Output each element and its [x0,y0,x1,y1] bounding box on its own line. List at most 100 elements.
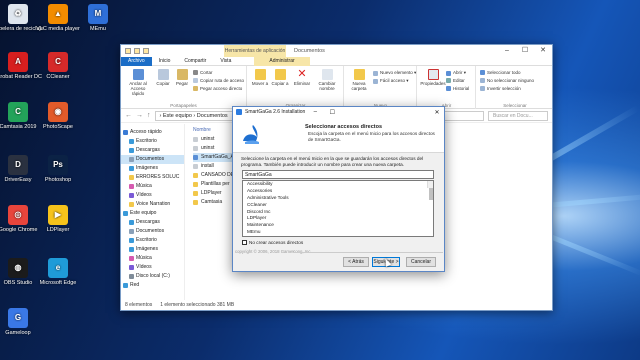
back-button[interactable]: < Atrás [343,257,369,267]
nav-item[interactable]: Disco local (C:) [121,272,184,281]
folder-list-item[interactable]: Administrative Tools [245,195,433,202]
dialog-subheading: Escoja la carpeta en el menú Inicio para… [308,131,435,142]
properties-icon[interactable] [134,48,140,54]
desktop-shortcut-label: PhotoScape [43,124,73,130]
easy-access-button[interactable]: Fácil acceso ▾ [373,78,409,84]
nav-item[interactable]: Documentos [121,227,184,236]
desktop-shortcut-label: Gameloop [5,330,31,336]
folder-list-item[interactable]: Maintenance [245,222,433,229]
properties-button[interactable]: Propiedades [420,69,446,86]
checkbox-box[interactable] [242,240,247,245]
folder-list-item[interactable]: Accessibility [245,181,433,188]
nav-item[interactable]: Escritorio [121,236,184,245]
select-none-button[interactable]: No seleccionar ninguno [480,78,534,83]
move-to-button[interactable]: Mover a [251,69,269,86]
desktop-shortcut[interactable]: Ps Photoshop [28,155,88,184]
nav-item[interactable]: Vídeos [121,263,184,272]
cancel-button[interactable]: Cancelar [406,257,436,267]
explorer-titlebar: Herramientas de aplicación Documentos – … [121,45,552,57]
folder-icon [125,48,131,54]
open-button[interactable]: Abrir ▾ [446,70,466,76]
nav-item[interactable]: Acceso rápido [121,128,184,137]
file-icon [193,182,198,187]
desktop-shortcut[interactable]: C CCleaner [28,52,88,81]
close-button[interactable]: ✕ [534,45,552,57]
nav-item-label: Música [136,183,152,189]
desktop-shortcut[interactable]: ◉ PhotoScape [28,102,88,131]
nav-item[interactable]: Descargas [121,218,184,227]
back-arrow-icon[interactable]: ← [125,112,132,119]
folder-icon [129,175,134,180]
invert-selection-button[interactable]: Invertir selección [480,86,521,91]
no-shortcuts-checkbox[interactable]: No crear accesos directos [242,240,303,245]
dialog-description: Seleccione la carpeta en el menú Inicio … [241,156,424,167]
nav-item[interactable]: Este equipo [121,209,184,218]
folder-list-item[interactable]: Accessories [245,188,433,195]
folder-list-item[interactable]: Discord Inc [245,209,433,216]
paste-button[interactable]: Pegar [173,69,191,86]
dialog-heading: Seleccionar accesos directos [305,124,383,130]
up-arrow-icon[interactable]: ↑ [147,112,151,119]
close-button[interactable]: ✕ [430,109,444,116]
desktop-shortcut[interactable]: G Gameloop [0,308,48,337]
copy-button[interactable]: Copiar [154,69,172,86]
desktop-shortcut[interactable]: e Microsoft Edge [28,258,88,287]
nav-item[interactable]: Red [121,281,184,290]
desktop-shortcut[interactable]: M MEmu [68,4,128,33]
group-seleccionar: Seleccionar todo No seleccionar ninguno … [477,66,553,109]
nav-item[interactable]: Música [121,254,184,263]
desktop: ♻Papelera de reciclaje▲VLC media playerM… [0,0,640,360]
new-folder-icon[interactable] [143,48,149,54]
nav-item[interactable]: Imágenes [121,164,184,173]
maximize-button[interactable]: ☐ [516,45,534,57]
nav-item[interactable]: Música [121,182,184,191]
tab-compartir[interactable]: Compartir [177,57,213,66]
select-all-button[interactable]: Seleccionar todo [480,70,521,75]
dialog-header: Seleccionar accesos directos Escoja la c… [233,117,444,153]
nav-item-label: Este equipo [130,210,157,216]
forward-arrow-icon[interactable]: → [136,112,143,119]
edit-button[interactable]: Editar [446,78,465,83]
pin-icon [132,69,144,80]
start-menu-folder-list[interactable]: Accessibility Accessories Administrative T… [242,180,434,237]
list-scrollbar[interactable] [427,181,433,200]
new-item-button[interactable]: Nuevo elemento ▾ [373,70,416,76]
minimize-button[interactable]: – [498,45,516,57]
nav-item[interactable]: Voice Narration [121,200,184,209]
nav-item[interactable]: ERRORES SOLUC [121,173,184,182]
tab-administrar[interactable]: Administrar [254,56,310,66]
maximize-button[interactable]: ☐ [325,109,339,116]
tab-archivo[interactable]: Archivo [121,56,152,66]
tab-vista[interactable]: Vista [213,57,238,66]
nav-item[interactable]: Escritorio [121,137,184,146]
search-input[interactable]: Buscar en Docu... [488,110,548,121]
start-menu-folder-input[interactable]: SmartGaGa [242,170,434,179]
music-icon [129,256,134,261]
folder-list-item[interactable]: MEmu [245,229,433,236]
pin-quick-access-button[interactable]: Anclar al Acceso rápido [124,69,152,96]
search-placeholder: Buscar en Docu... [493,112,533,119]
cut-button[interactable]: Cortar [193,70,213,75]
nav-item[interactable]: Descargas [121,146,184,155]
ribbon: Anclar al Acceso rápido Copiar Pegar Cor… [121,66,552,109]
desktop-shortcut[interactable]: ▶ LDPlayer [28,205,88,234]
tab-inicio[interactable]: Inicio [152,57,178,66]
copy-to-button[interactable]: Copiar a [271,69,289,86]
desktop-folder-icon [129,139,134,144]
new-item-icon [373,70,378,76]
file-name: uninst [201,136,215,142]
new-folder-button[interactable]: Nueva carpeta [348,69,370,91]
folder-list-item[interactable]: LDPlayer [245,215,433,222]
download-icon [129,220,134,225]
folder-list-item[interactable]: CCleaner [245,202,433,209]
copy-path-button[interactable]: Copiar ruta de acceso [193,78,244,83]
history-button[interactable]: Historial [446,86,469,91]
delete-button[interactable]: ✕ Eliminar [291,69,313,87]
nav-item[interactable]: Documentos [121,155,184,164]
pc-icon [123,211,128,216]
rename-button[interactable]: Cambiar nombre [315,69,339,91]
minimize-button[interactable]: – [308,109,322,115]
nav-item[interactable]: Vídeos [121,191,184,200]
nav-item[interactable]: Imágenes [121,245,184,254]
paste-shortcut-button[interactable]: Pegar acceso directo [193,86,242,91]
